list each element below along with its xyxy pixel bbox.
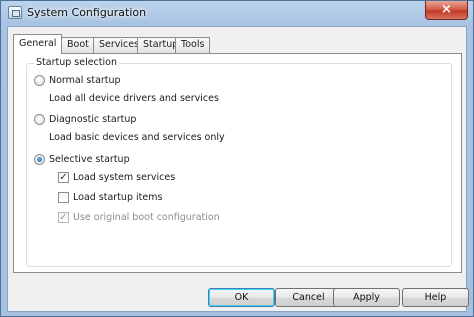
load-system-services-label: Load system services bbox=[73, 172, 176, 183]
empty-checkbox[interactable] bbox=[58, 192, 69, 203]
msconfig-app-icon bbox=[8, 6, 22, 19]
normal-startup-label: Normal startup bbox=[49, 75, 121, 86]
radio-indicator[interactable] bbox=[34, 75, 45, 86]
selective-startup-label: Selective startup bbox=[49, 154, 130, 165]
load-system-services-checkbox[interactable]: ✓ Load system services bbox=[58, 172, 175, 183]
system-configuration-window: System Configuration × General Boot Serv… bbox=[0, 0, 474, 317]
load-startup-items-checkbox[interactable]: Load startup items bbox=[58, 192, 162, 203]
load-startup-items-label: Load startup items bbox=[73, 192, 163, 203]
normal-startup-description: Load all device drivers and services bbox=[49, 93, 219, 104]
diagnostic-startup-label: Diagnostic startup bbox=[49, 114, 137, 125]
radio-indicator-selected[interactable] bbox=[34, 154, 45, 165]
startup-selection-group: Startup selection Normal startup Load al… bbox=[26, 57, 452, 267]
ok-button[interactable]: OK bbox=[208, 288, 275, 307]
diagnostic-startup-description: Load basic devices and services only bbox=[49, 132, 225, 143]
use-original-boot-config-label: Use original boot configuration bbox=[73, 212, 220, 223]
diagnostic-startup-radio[interactable]: Diagnostic startup bbox=[34, 114, 136, 125]
normal-startup-radio[interactable]: Normal startup bbox=[34, 75, 121, 86]
tab-boot[interactable]: Boot bbox=[61, 37, 95, 53]
tab-general[interactable]: General bbox=[13, 34, 63, 54]
close-button[interactable]: × bbox=[425, 1, 468, 20]
window-title: System Configuration bbox=[27, 6, 147, 19]
title-bar[interactable]: System Configuration × bbox=[1, 1, 473, 25]
cancel-button[interactable]: Cancel bbox=[275, 288, 342, 307]
apply-button[interactable]: Apply bbox=[333, 288, 400, 307]
general-tab-panel: Startup selection Normal startup Load al… bbox=[13, 53, 462, 273]
radio-indicator[interactable] bbox=[34, 114, 45, 125]
check-mark-icon[interactable]: ✓ bbox=[58, 172, 69, 183]
group-label: Startup selection bbox=[34, 57, 119, 68]
selective-startup-radio[interactable]: Selective startup bbox=[34, 154, 130, 165]
check-mark-icon: ✓ bbox=[58, 212, 69, 223]
help-button[interactable]: Help bbox=[402, 288, 469, 307]
use-original-boot-config-checkbox: ✓ Use original boot configuration bbox=[58, 212, 220, 223]
dialog-client-area: General Boot Services Startup Tools Star… bbox=[7, 26, 469, 312]
tab-tools[interactable]: Tools bbox=[175, 37, 211, 53]
